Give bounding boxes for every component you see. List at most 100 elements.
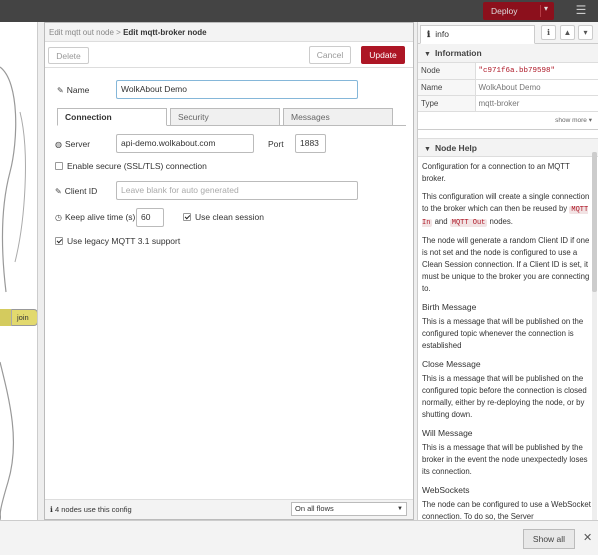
keepalive-label-text: Keep alive time (s) bbox=[64, 212, 136, 222]
flow-workspace[interactable]: join bbox=[0, 22, 38, 520]
chevron-down-icon[interactable]: ▾ bbox=[578, 25, 593, 40]
information-title: Information bbox=[434, 48, 482, 58]
deploy-separator bbox=[540, 5, 541, 17]
breadcrumb-current: Edit mqtt-broker node bbox=[123, 28, 207, 37]
help-paragraph: The node will generate a random Client I… bbox=[422, 235, 590, 293]
update-button[interactable]: Update bbox=[361, 46, 405, 64]
caret-down-icon: ▼ bbox=[397, 506, 403, 512]
cancel-button[interactable]: Cancel bbox=[309, 46, 351, 64]
server-label: ◍ Server bbox=[55, 139, 90, 149]
breadcrumb-parent[interactable]: Edit mqtt out node bbox=[49, 28, 114, 37]
tab-security[interactable]: Security bbox=[170, 108, 280, 126]
ssl-checkbox[interactable] bbox=[55, 162, 63, 170]
info-icon[interactable]: ℹ bbox=[541, 25, 556, 40]
help-heading: WebSockets bbox=[422, 484, 470, 495]
tab-info[interactable]: ℹ info bbox=[420, 25, 535, 44]
node-help-content: Configuration for a connection to an MQT… bbox=[418, 157, 598, 521]
delete-button[interactable]: Delete bbox=[48, 47, 89, 64]
tray-footer: ℹ 4 nodes use this config On all flows ▼ bbox=[45, 499, 413, 519]
port-input[interactable]: 1883 bbox=[295, 134, 326, 153]
help-paragraph: This is a message that will be published… bbox=[422, 373, 587, 419]
tab-info-label: info bbox=[435, 29, 449, 39]
lock-icon[interactable]: ▲ bbox=[560, 25, 575, 40]
information-section-header[interactable]: ▼ Information bbox=[418, 44, 598, 63]
info-value: WolkAbout Demo bbox=[475, 79, 598, 96]
ssl-row[interactable]: Enable secure (SSL/TLS) connection bbox=[55, 161, 207, 171]
port-label: Port bbox=[268, 139, 284, 149]
legacy-label: Use legacy MQTT 3.1 support bbox=[67, 236, 181, 246]
tab-messages[interactable]: Messages bbox=[283, 108, 393, 126]
name-label-text: Name bbox=[66, 85, 90, 95]
help-paragraph: This configuration will create a single … bbox=[422, 191, 592, 229]
help-paragraph: This is a message that will be published… bbox=[422, 316, 584, 350]
help-code: MQTT Out bbox=[449, 218, 488, 227]
clean-session-checkbox[interactable] bbox=[183, 213, 191, 221]
tag-icon: ✎ bbox=[57, 85, 64, 95]
caret-down-icon: ▾ bbox=[588, 116, 592, 124]
breadcrumb-separator: > bbox=[113, 28, 124, 37]
sidebar-tabs: ℹ info ℹ ▲ ▾ bbox=[418, 22, 598, 44]
breadcrumb: Edit mqtt out node > Edit mqtt-broker no… bbox=[45, 23, 413, 42]
help-paragraph: This is a message that will be published… bbox=[422, 442, 588, 476]
name-label: ✎ Name bbox=[57, 85, 89, 95]
edit-tray: Edit mqtt out node > Edit mqtt-broker no… bbox=[44, 22, 414, 520]
config-usage-text: 4 nodes use this config bbox=[54, 505, 132, 514]
show-more-label: show more bbox=[555, 116, 587, 124]
sidebar-scrollbar[interactable] bbox=[592, 152, 597, 520]
client-id-input[interactable]: Leave blank for auto generated bbox=[116, 181, 358, 200]
scope-select[interactable]: On all flows ▼ bbox=[291, 502, 407, 516]
deploy-label: Deploy bbox=[491, 6, 518, 16]
help-paragraph: The node can be configured to use a WebS… bbox=[422, 499, 591, 521]
config-tabs: Connection Security Messages bbox=[57, 108, 406, 126]
info-icon: ℹ bbox=[50, 505, 53, 514]
table-row: Type mqtt-broker bbox=[418, 95, 598, 112]
scrollbar-thumb[interactable] bbox=[592, 152, 597, 292]
chevron-down-icon: ▼ bbox=[424, 51, 431, 58]
info-table: Node "c971f6a.bb79598" Name WolkAbout De… bbox=[418, 63, 598, 112]
clock-icon: ◷ bbox=[55, 212, 62, 222]
notification-bar: Show all ✕ bbox=[0, 520, 598, 555]
name-input[interactable]: WolkAbout Demo bbox=[116, 80, 358, 99]
client-id-label-text: Client ID bbox=[64, 186, 98, 196]
legacy-checkbox[interactable] bbox=[55, 237, 63, 245]
keepalive-input[interactable]: 60 bbox=[136, 208, 164, 227]
keepalive-label: ◷ Keep alive time (s) bbox=[55, 212, 135, 222]
scope-select-value: On all flows bbox=[295, 504, 334, 513]
config-usage-note: ℹ 4 nodes use this config bbox=[50, 505, 132, 514]
help-text: This configuration will create a single … bbox=[422, 191, 590, 213]
tray-toolbar: Delete Cancel Update bbox=[45, 42, 413, 68]
show-all-button[interactable]: Show all bbox=[523, 529, 575, 549]
info-key: Node bbox=[418, 63, 476, 80]
join-node[interactable]: join bbox=[0, 309, 37, 326]
table-row: Name WolkAbout Demo bbox=[418, 79, 598, 96]
close-icon[interactable]: ✕ bbox=[583, 531, 592, 544]
info-icon: ℹ bbox=[427, 29, 431, 39]
help-heading: Will Message bbox=[422, 427, 473, 438]
help-heading: Close Message bbox=[422, 358, 481, 369]
table-row: Node "c971f6a.bb79598" bbox=[418, 63, 598, 80]
node-help-section-header[interactable]: ▼ Node Help bbox=[418, 137, 598, 157]
info-key: Type bbox=[418, 95, 476, 112]
server-input[interactable]: api-demo.wolkabout.com bbox=[116, 134, 254, 153]
hamburger-menu-icon[interactable]: ☰ bbox=[574, 3, 588, 17]
clean-session-label: Use clean session bbox=[195, 212, 264, 222]
caret-down-icon[interactable]: ▾ bbox=[544, 4, 548, 13]
clean-session-row[interactable]: Use clean session bbox=[183, 212, 264, 222]
help-heading: Birth Message bbox=[422, 301, 477, 312]
header-bar: Deploy ▾ ☰ bbox=[0, 0, 598, 22]
node-port bbox=[0, 309, 12, 326]
help-text: and bbox=[432, 216, 450, 226]
help-paragraph: Configuration for a connection to an MQT… bbox=[422, 161, 570, 183]
chevron-down-icon: ▼ bbox=[424, 145, 431, 153]
info-key: Name bbox=[418, 79, 476, 96]
node-help-title: Node Help bbox=[434, 142, 477, 153]
info-value: "c971f6a.bb79598" bbox=[475, 63, 598, 80]
deploy-button[interactable]: Deploy ▾ bbox=[483, 2, 554, 20]
legacy-row[interactable]: Use legacy MQTT 3.1 support bbox=[55, 236, 180, 246]
ssl-label: Enable secure (SSL/TLS) connection bbox=[67, 161, 207, 171]
show-more-link[interactable]: show more ▾ bbox=[418, 112, 598, 130]
wire-lines bbox=[0, 66, 26, 520]
tab-connection[interactable]: Connection bbox=[57, 108, 167, 126]
info-sidebar: ℹ info ℹ ▲ ▾ ▼ Information Node "c971f6a.b… bbox=[417, 22, 598, 520]
